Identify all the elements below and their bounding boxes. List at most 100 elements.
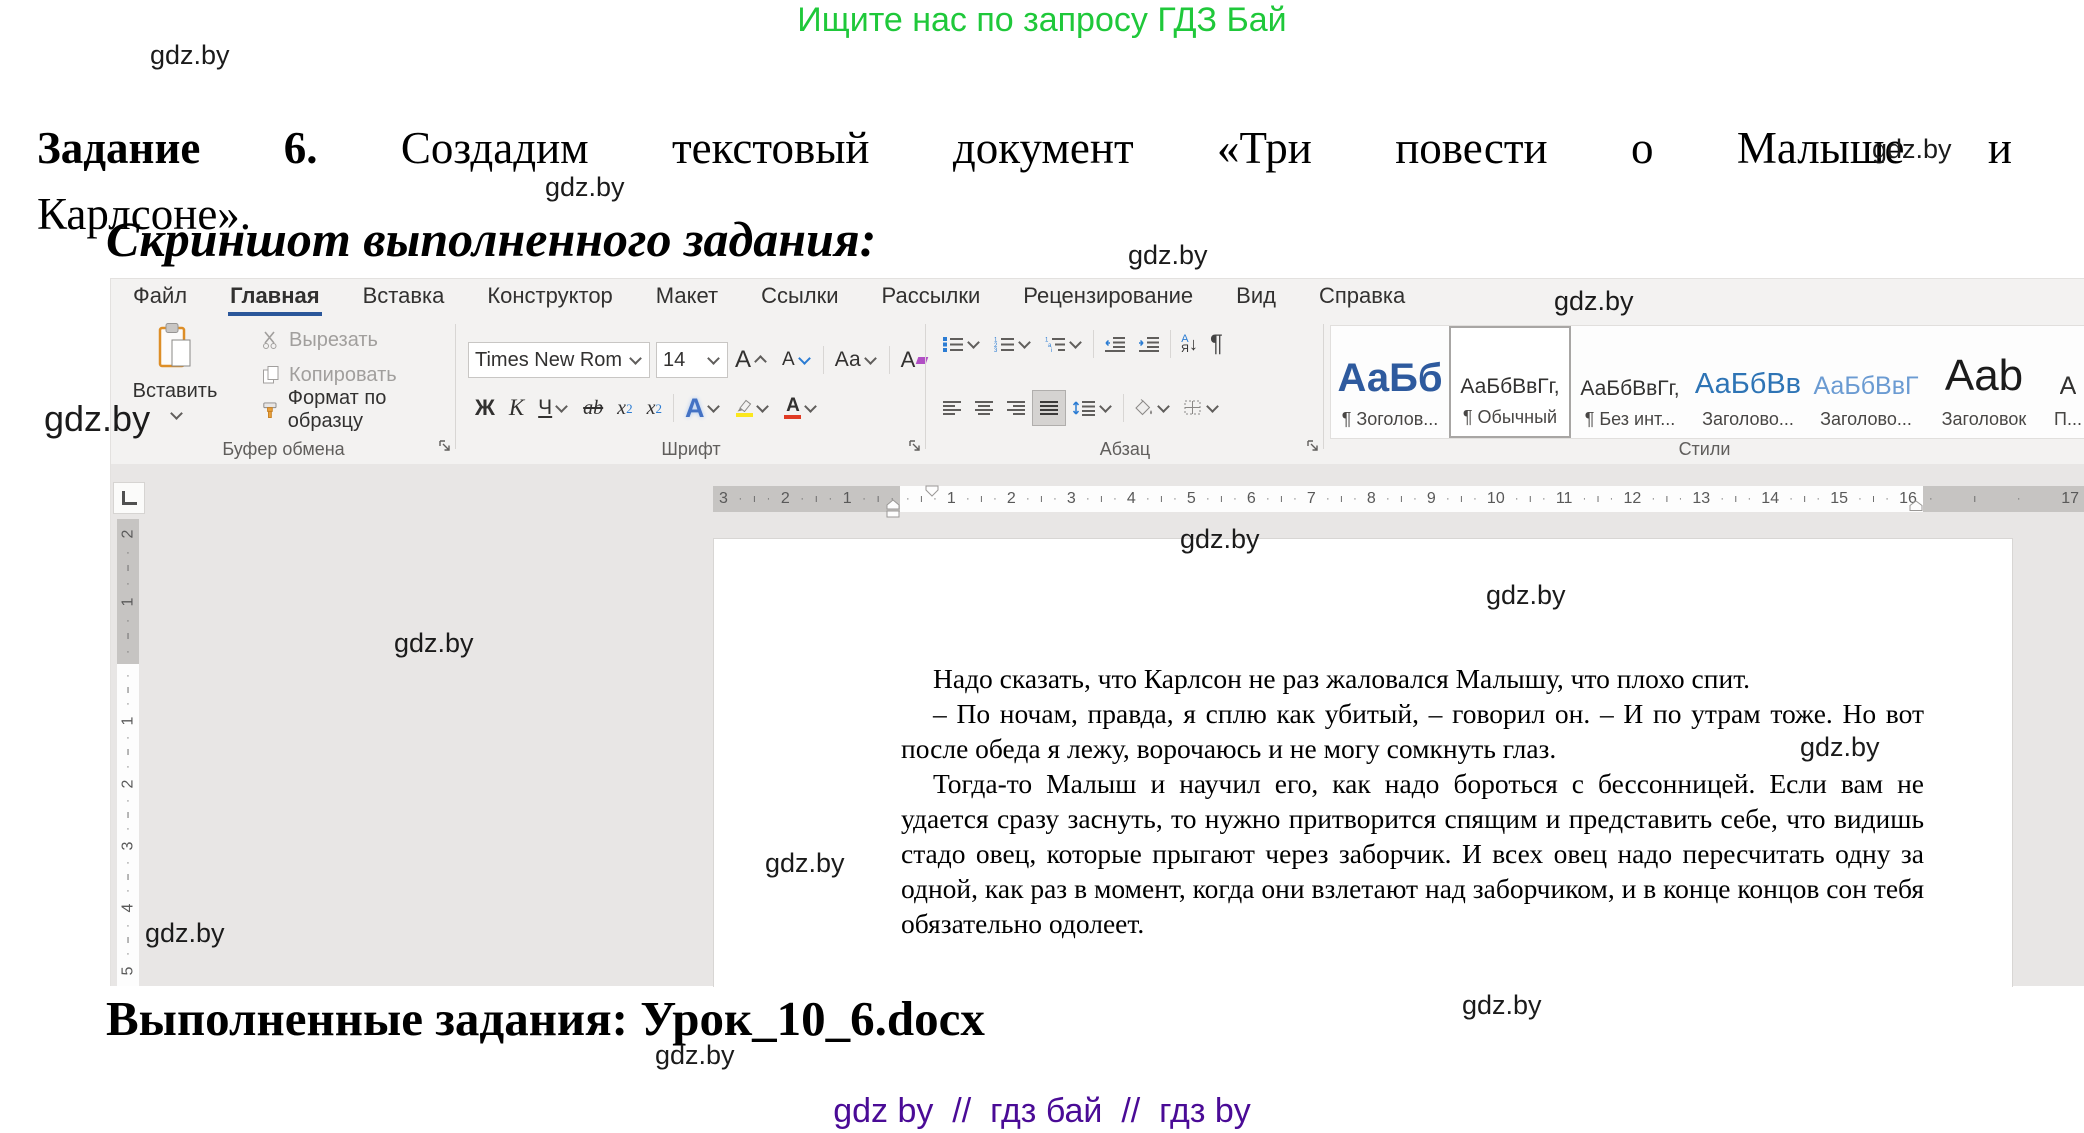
right-indent-marker[interactable] [1909,500,1923,512]
font-size-combobox[interactable]: 14 [656,342,728,378]
ruler-number: 9 [1427,490,1436,508]
horizontal-ruler[interactable]: 3·ı·2·ı·1·ı· ·ı·1·ı·2·ı·3·ı·4·ı·5·ı·6·ı·… [713,486,2084,512]
align-left-icon [942,400,962,416]
ruler-tick: · [126,646,130,658]
tab-file[interactable]: Файл [131,281,189,316]
ruler-tick: · [1353,493,1357,505]
doc-paragraph-2[interactable]: – По ночам, правда, я сплю как убитый, –… [901,696,1924,766]
tab-mailings[interactable]: Рассылки [880,281,983,316]
show-formatting-marks-button[interactable]: ¶ [1204,327,1229,361]
ruler-right-margin-area: ·ı·17 [1923,486,2084,512]
doc-paragraph-1[interactable]: Надо сказать, что Карлсон не раз жаловал… [901,661,1924,696]
justify-button[interactable] [1032,390,1066,426]
ruler-tick: · [126,670,130,682]
style-card-subtitle[interactable]: АП... [2043,326,2084,438]
paint-bucket-icon [1134,399,1154,417]
ruler-number: 5 [119,966,137,975]
ruler-tick: · [1651,493,1655,505]
ruler-tick: · [862,493,866,505]
clipboard-dialog-launcher-icon[interactable] [438,435,451,458]
ruler-number: 1 [119,717,137,726]
line-spacing-button[interactable] [1066,391,1119,425]
left-indent-marker[interactable] [886,499,900,519]
first-line-indent-marker[interactable] [925,485,939,497]
italic-button[interactable]: К [502,391,531,425]
grow-font-button[interactable]: А [728,343,775,377]
chevron-down-icon [1099,400,1112,413]
superscript-button[interactable]: x2 [640,391,669,425]
sort-button[interactable]: АЯ↓ [1175,327,1204,361]
ruler-tick: · [1266,493,1270,505]
gdz-watermark: gdz.by [655,1040,735,1071]
style-card-heading-custom[interactable]: АаБб¶ Зоголов... [1331,326,1449,438]
tab-design[interactable]: Конструктор [485,281,614,316]
tab-home[interactable]: Главная [228,281,321,316]
change-case-button[interactable]: Аа [828,343,885,377]
borders-button[interactable] [1177,391,1226,425]
align-center-button[interactable] [968,391,1000,425]
style-card-no-spacing[interactable]: АаБбВвГг,¶ Без инт... [1571,326,1689,438]
ruler-tick: · [1747,493,1751,505]
tab-references[interactable]: Ссылки [759,281,840,316]
style-card-heading1[interactable]: АаБбВвЗаголово... [1689,326,1807,438]
tab-layout[interactable]: Макет [654,281,720,316]
bold-button[interactable]: Ж [468,391,502,425]
font-color-button[interactable]: А [777,391,825,425]
underline-button[interactable]: Ч [531,391,576,425]
shrink-font-button[interactable]: А [775,343,819,377]
align-right-button[interactable] [1000,391,1032,425]
style-card-heading2[interactable]: АаБбВвГЗаголово... [1807,326,1925,438]
strikethrough-button[interactable]: ab [576,391,610,425]
ruler-tick: ı [1100,493,1103,505]
ruler-tick: · [1446,493,1450,505]
ruler-number: 1 [843,490,852,508]
chevron-down-icon [1206,400,1219,413]
svg-text:i: i [1051,348,1052,352]
text-effects-button[interactable]: А [678,391,729,425]
bullets-button[interactable] [936,327,987,361]
ruler-tick: · [1026,493,1030,505]
tab-view[interactable]: Вид [1234,281,1278,316]
ruler-tick: · [1515,493,1519,505]
ruler-tick: · [1113,493,1117,505]
paragraph-dialog-launcher-icon[interactable] [1306,435,1319,458]
ruler-tick: ı [1734,493,1737,505]
chevron-down-icon [629,352,642,365]
style-card-normal[interactable]: АаБбВвГг,¶ Обычный [1449,326,1571,438]
format-painter-button[interactable]: Формат по образцу [261,394,456,426]
ruler-number: 6 [1247,490,1256,508]
tab-stop-selector[interactable] [113,482,145,514]
ruler-left-margin-area: 3·ı·2·ı·1·ı· [713,486,900,512]
footer-keywords: gdz by // гдз бай // гдз by [0,1092,2084,1131]
ruler-number: 4 [119,904,137,913]
ruler-number: 2 [1007,490,1016,508]
cut-button[interactable]: Вырезать [261,324,456,356]
doc-paragraph-3[interactable]: Тогда-то Малыш и научил его, как надо бо… [901,766,1924,941]
numbering-button[interactable]: 123 [987,327,1038,361]
multilevel-list-button[interactable]: 1ai [1038,327,1089,361]
tab-help[interactable]: Справка [1317,281,1407,316]
ruler-tick: ı [1529,493,1532,505]
decrease-indent-button[interactable] [1098,327,1132,361]
document-text[interactable]: Надо сказать, что Карлсон не раз жаловал… [901,661,1924,941]
gdz-watermark: gdz.by [44,398,150,440]
tab-review[interactable]: Рецензирование [1021,281,1195,316]
ruler-tick: ı [1460,493,1463,505]
ruler-tick: ı [1040,493,1043,505]
tab-insert[interactable]: Вставка [361,281,447,316]
shading-button[interactable] [1128,391,1177,425]
font-dialog-launcher-icon[interactable] [908,435,921,458]
increase-indent-button[interactable] [1132,327,1166,361]
style-card-title[interactable]: AabЗаголовок [1925,326,2043,438]
ruler-tick: ı [753,493,756,505]
align-left-button[interactable] [936,391,968,425]
ruler-tick: · [1858,493,1862,505]
gdz-watermark: gdz.by [145,918,225,949]
text-highlight-button[interactable] [728,391,777,425]
ruler-tick: · [739,493,743,505]
ruler-tick: ı [126,684,129,696]
font-name-combobox[interactable]: Times New Rom [468,342,650,378]
ribbon-tabs: Файл Главная Вставка Конструктор Макет С… [111,279,2084,316]
subscript-button[interactable]: x2 [610,391,639,425]
vertical-ruler[interactable]: 2·ı·1·ı· ·ı·1·ı·2·ı·3·ı·4·ı·5 [117,519,139,986]
